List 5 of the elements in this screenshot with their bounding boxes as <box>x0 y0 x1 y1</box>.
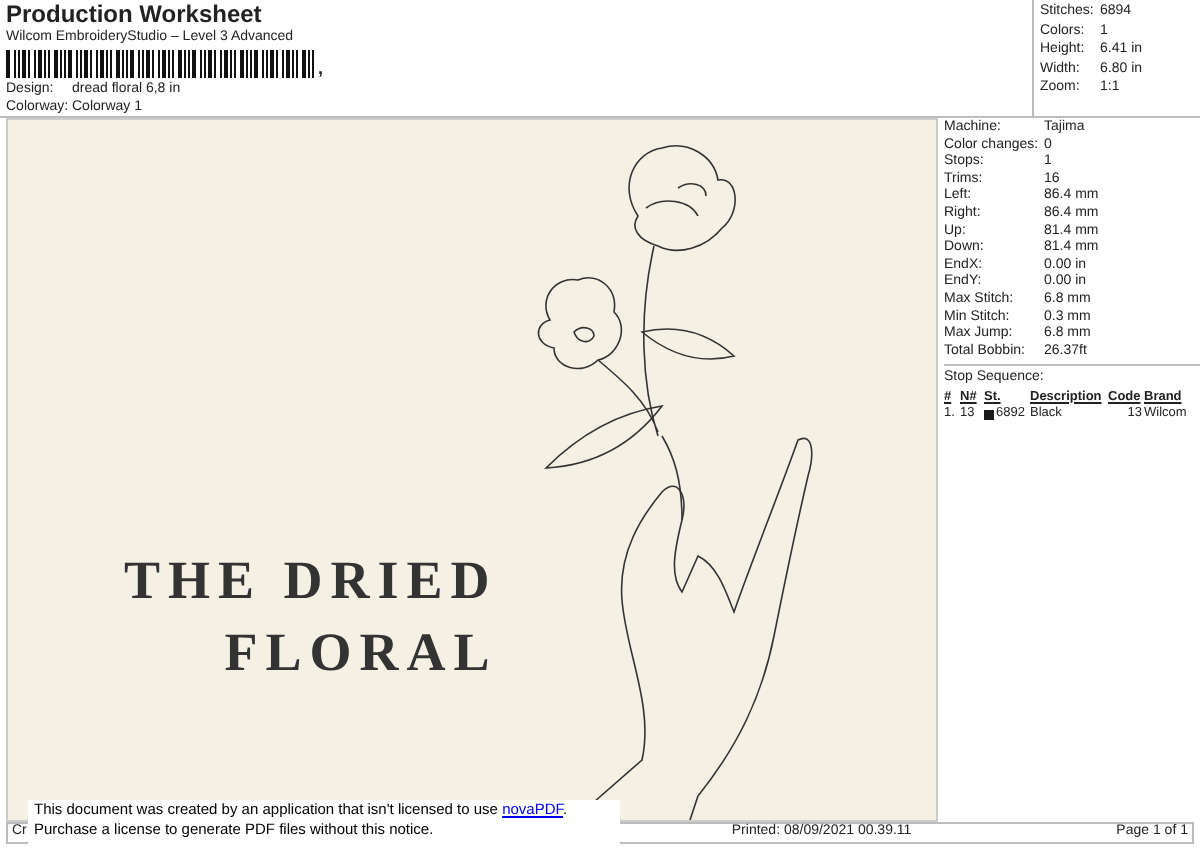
barcode-suffix: , <box>318 60 324 78</box>
worksheet-title: Production Worksheet <box>6 2 264 28</box>
design-text: THE DRIED <box>124 548 498 614</box>
design-text: FLORAL <box>224 620 498 686</box>
barcode-icon <box>6 50 316 78</box>
